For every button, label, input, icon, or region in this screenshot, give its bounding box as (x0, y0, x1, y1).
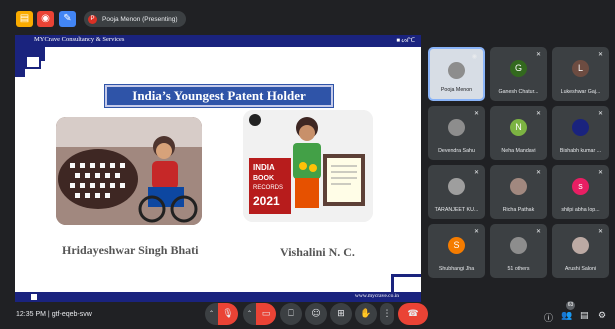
info-icon[interactable]: ⓘ (544, 311, 553, 324)
doc-icon[interactable]: ▤ (16, 11, 33, 27)
mic-toggle-button[interactable]: 🎙 (218, 303, 238, 325)
participant-tile[interactable]: ✕ TARANJEET KU... (428, 165, 485, 219)
mic-off-icon: ✕ (473, 110, 479, 117)
participant-avatar (448, 62, 465, 79)
raise-hand-button[interactable]: ✋ (355, 303, 377, 325)
speaking-icon: ◉ (471, 53, 477, 60)
mic-off-icon: ✕ (535, 51, 541, 58)
mic-off-icon: ✕ (597, 169, 603, 176)
participant-tile[interactable]: s ✕ shilpi abha lop... (552, 165, 609, 219)
mic-options-button[interactable]: ⌃ (205, 303, 218, 325)
participant-name: Bishabh kumar ... (559, 148, 602, 154)
participant-avatar (510, 178, 527, 195)
photo-hridayeshwar (56, 117, 202, 225)
caption-vishalini: Vishalini N. C. (280, 245, 355, 259)
mic-off-icon: ✕ (473, 169, 479, 176)
participant-avatar (448, 119, 465, 136)
svg-text:BOOK: BOOK (253, 175, 274, 182)
participant-tile[interactable]: ✕ Devendra Sahu (428, 106, 485, 160)
chat-icon[interactable]: ▤ (580, 311, 589, 321)
participant-avatar (572, 237, 589, 254)
presentation-slide: MYCrave Consultancy & Services ■ ᔕᒋᑕ Ind… (15, 35, 421, 302)
participant-name: Pooja Menon (440, 87, 473, 93)
meeting-time: 12:35 PM (16, 311, 46, 318)
slide-title-box: India’s Youngest Patent Holder (105, 85, 333, 107)
participant-name: Neha Mandavi (501, 148, 536, 154)
mic-off-icon: ✕ (597, 110, 603, 117)
svg-text:RECORDS: RECORDS (253, 185, 283, 191)
mic-off-icon: ✕ (473, 228, 479, 235)
slide-header: MYCrave Consultancy & Services ■ ᔕᒋᑕ (15, 35, 421, 47)
more-options-button[interactable]: ⋮ (380, 303, 394, 325)
corner-decoration (25, 55, 41, 69)
participant-tile[interactable]: ✕ Arushi Saloni (552, 224, 609, 278)
photo-hridayeshwar-image (56, 117, 202, 225)
meeting-code: gtf-eqeb-svw (51, 311, 92, 318)
participant-tile[interactable]: N ✕ Neha Mandavi (490, 106, 547, 160)
participant-tile[interactable]: G ✕ Ganesh Chatur... (490, 47, 547, 101)
record-icon[interactable]: ◉ (37, 11, 54, 27)
presenter-label: Pooja Menon (Presenting) (102, 15, 178, 23)
present-button[interactable]: ⊞ (330, 303, 352, 325)
participant-avatar (572, 119, 589, 136)
slide-footer-url: www.mycrave.co.in (354, 293, 399, 299)
meeting-separator: | (47, 311, 50, 318)
participant-tile[interactable]: S ✕ Shubhangi Jha (428, 224, 485, 278)
caption-hridayeshwar: Hridayeshwar Singh Bhati (62, 243, 199, 257)
presenter-chip[interactable]: P Pooja Menon (Presenting) (84, 11, 186, 27)
corner-decoration (391, 274, 421, 292)
participant-name: Arushi Saloni (564, 266, 597, 272)
footer-square-icon (31, 294, 37, 300)
pen-icon[interactable]: ✎ (59, 11, 76, 27)
participant-tile[interactable]: ✕ Bishabh kumar ... (552, 106, 609, 160)
participant-name: Shubhangi Jha (438, 266, 475, 272)
participant-name: Richa Pathak (502, 207, 535, 213)
photo-vishalini: INDIA BOOK RECORDS 2021 (243, 110, 373, 222)
participant-avatar (510, 237, 527, 254)
participant-avatar (448, 178, 465, 195)
slide-logo: ■ ᔕᒋᑕ (396, 38, 415, 44)
participant-name: 51 others (507, 266, 530, 272)
participant-avatar: N (510, 119, 527, 136)
presenter-avatar: P (88, 14, 97, 24)
participant-avatar: L (572, 60, 589, 77)
slide-title: India’s Youngest Patent Holder (132, 88, 306, 103)
participant-tile[interactable]: L ✕ Lukeshwar Gaj... (552, 47, 609, 101)
activities-icon[interactable]: ⚙ (598, 311, 606, 321)
people-count-badge: 63 (566, 301, 575, 310)
leave-call-button[interactable]: ☎ (398, 303, 428, 325)
participant-name: TARANJEET KU... (434, 207, 479, 213)
camera-options-button[interactable]: ⌃ (243, 303, 256, 325)
participant-avatar: s (572, 178, 589, 195)
participant-name: shilpi abha lop... (561, 207, 600, 213)
mic-off-icon: ✕ (535, 110, 541, 117)
mic-off-icon: ✕ (535, 228, 541, 235)
participant-avatar: G (510, 60, 527, 77)
captions-button[interactable]: ⎕ (280, 303, 302, 325)
participant-name: Lukeshwar Gaj... (560, 89, 601, 95)
photo-vishalini-image: INDIA BOOK RECORDS 2021 (243, 110, 373, 222)
corner-decoration (15, 47, 25, 77)
mic-off-icon: ✕ (597, 228, 603, 235)
emoji-button[interactable]: ☺ (305, 303, 327, 325)
participant-tile[interactable]: ◉ Pooja Menon (428, 47, 485, 101)
slide-brand: MYCrave Consultancy & Services (34, 36, 125, 43)
people-icon[interactable]: 👥 (561, 311, 572, 321)
svg-text:2021: 2021 (253, 194, 280, 208)
svg-text:INDIA: INDIA (253, 163, 275, 172)
participant-tile[interactable]: ✕ Richa Pathak (490, 165, 547, 219)
participant-name: Devendra Sahu (438, 148, 475, 154)
slide-footer: www.mycrave.co.in (15, 292, 421, 302)
mic-off-icon: ✕ (597, 51, 603, 58)
participant-name: Ganesh Chatur... (498, 89, 539, 95)
participant-tile[interactable]: ✕ 51 others (490, 224, 547, 278)
meeting-info: 12:35 PM | gtf-eqeb-svw (16, 311, 92, 318)
participant-avatar: S (448, 237, 465, 254)
top-bar: ▤ ◉ ✎ P Pooja Menon (Presenting) (0, 0, 615, 36)
camera-toggle-button[interactable]: ▭ (256, 303, 276, 325)
mic-off-icon: ✕ (535, 169, 541, 176)
